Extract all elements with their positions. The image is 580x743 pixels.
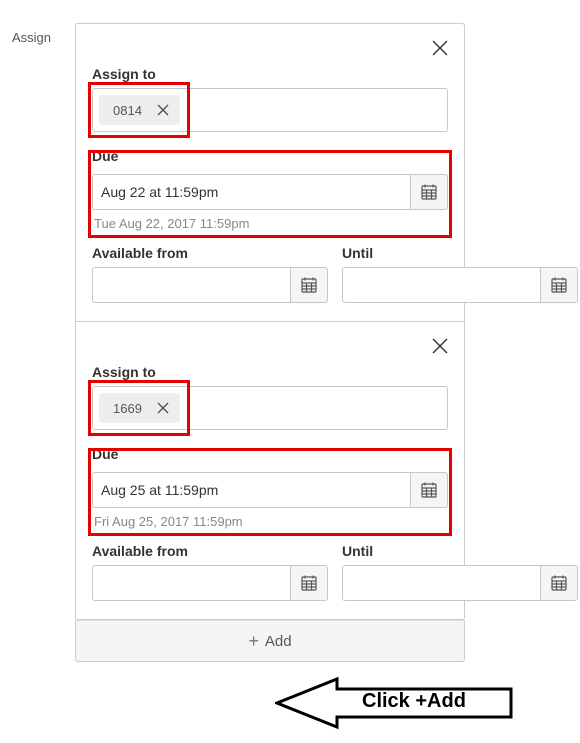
available-from-label: Available from [92, 245, 328, 261]
remove-pill-icon[interactable] [156, 103, 170, 117]
calendar-icon[interactable] [410, 472, 448, 508]
assign-block: Assign to 1669 Due Fri Aug 25, 2017 11:5… [75, 322, 465, 620]
assign-to-input[interactable]: 0814 [92, 88, 448, 132]
add-button[interactable]: + Add [75, 620, 465, 662]
close-icon[interactable] [430, 38, 450, 58]
assign-block: Assign to 0814 Due Tue Aug 22, 2017 11:5… [75, 23, 465, 322]
plus-icon: + [248, 632, 259, 650]
until-input[interactable] [342, 565, 540, 601]
calendar-icon[interactable] [410, 174, 448, 210]
assignee-pill: 0814 [99, 95, 180, 125]
assignee-pill: 1669 [99, 393, 180, 423]
available-from-input[interactable] [92, 267, 290, 303]
assignee-pill-text: 0814 [113, 103, 142, 118]
assign-to-label: Assign to [92, 364, 448, 380]
due-date-input[interactable] [92, 174, 410, 210]
available-from-input[interactable] [92, 565, 290, 601]
callout-text: Click +Add [362, 690, 466, 713]
page-section-label: Assign [12, 30, 51, 45]
due-label: Due [92, 446, 448, 462]
due-caption: Tue Aug 22, 2017 11:59pm [92, 216, 448, 231]
calendar-icon[interactable] [290, 565, 328, 601]
until-label: Until [342, 543, 578, 559]
until-input[interactable] [342, 267, 540, 303]
assignee-pill-text: 1669 [113, 401, 142, 416]
remove-pill-icon[interactable] [156, 401, 170, 415]
available-from-label: Available from [92, 543, 328, 559]
assign-to-input[interactable]: 1669 [92, 386, 448, 430]
calendar-icon[interactable] [540, 565, 578, 601]
due-date-input[interactable] [92, 472, 410, 508]
due-caption: Fri Aug 25, 2017 11:59pm [92, 514, 448, 529]
due-label: Due [92, 148, 448, 164]
callout-arrow: Click +Add [275, 675, 575, 735]
assign-to-label: Assign to [92, 66, 448, 82]
until-label: Until [342, 245, 578, 261]
calendar-icon[interactable] [540, 267, 578, 303]
assign-panel: Assign to 0814 Due Tue Aug 22, 2017 11:5… [75, 23, 465, 662]
add-label: Add [265, 633, 292, 650]
calendar-icon[interactable] [290, 267, 328, 303]
close-icon[interactable] [430, 336, 450, 356]
